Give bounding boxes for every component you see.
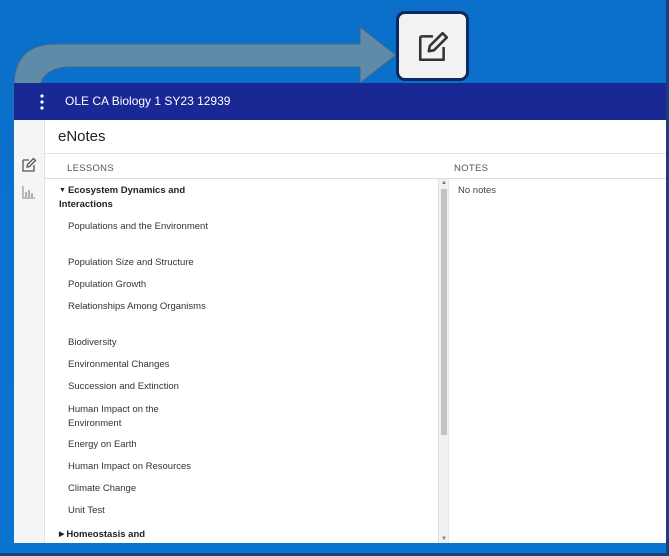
lesson-item[interactable]: Relationships Among Organisms — [68, 300, 208, 314]
lesson-item[interactable]: Population Growth — [68, 278, 208, 292]
edit-icon[interactable] — [21, 157, 37, 173]
unit-toggle[interactable]: ▼ Ecosystem Dynamics and Interactions — [59, 184, 209, 212]
app-window: OLE CA Biology 1 SY23 12939 eNotes LESSO… — [14, 83, 669, 543]
unit-label: Ecosystem Dynamics and Interactions — [59, 185, 186, 210]
lessons-column-header: LESSONS — [67, 163, 114, 174]
unit-toggle[interactable]: ▶ Homeostasis and — [59, 528, 209, 542]
page-title: eNotes — [58, 128, 106, 145]
scroll-down-icon[interactable]: ▼ — [440, 535, 448, 543]
scroll-up-icon[interactable]: ▲ — [440, 179, 448, 187]
unit-label: Homeostasis and — [66, 529, 146, 540]
edit-icon-callout[interactable] — [396, 11, 469, 81]
lesson-item[interactable]: Human Impact on the Environment — [68, 403, 208, 431]
lesson-item[interactable]: Human Impact on Resources — [68, 460, 208, 474]
lesson-item[interactable]: Unit Test — [68, 504, 208, 518]
lesson-item[interactable]: Climate Change — [68, 482, 208, 496]
lesson-item[interactable]: Populations and the Environment — [68, 220, 208, 234]
caret-down-icon: ▼ — [59, 187, 66, 194]
bar-chart-icon[interactable] — [21, 184, 37, 200]
notes-panel: No notes — [448, 179, 669, 543]
edit-icon — [418, 31, 449, 62]
lesson-item[interactable]: Population Size and Structure — [68, 256, 208, 270]
divider — [44, 153, 669, 154]
course-title: OLE CA Biology 1 SY23 12939 — [65, 94, 231, 108]
lessons-panel: ▼ Ecosystem Dynamics and Interactions Pop… — [44, 179, 449, 543]
lesson-item[interactable]: Energy on Earth — [68, 438, 208, 452]
more-menu-icon[interactable] — [40, 94, 44, 110]
left-rail — [14, 120, 45, 543]
scrollbar-thumb[interactable] — [441, 189, 447, 435]
lesson-item[interactable]: Environmental Changes — [68, 358, 208, 372]
empty-notes-text: No notes — [458, 185, 497, 196]
lesson-item[interactable]: Biodiversity — [68, 336, 208, 350]
notes-column-header: NOTES — [454, 163, 489, 174]
top-bar: OLE CA Biology 1 SY23 12939 — [14, 83, 669, 120]
caret-right-icon: ▶ — [59, 531, 65, 538]
lesson-item[interactable]: Succession and Extinction — [68, 380, 208, 394]
